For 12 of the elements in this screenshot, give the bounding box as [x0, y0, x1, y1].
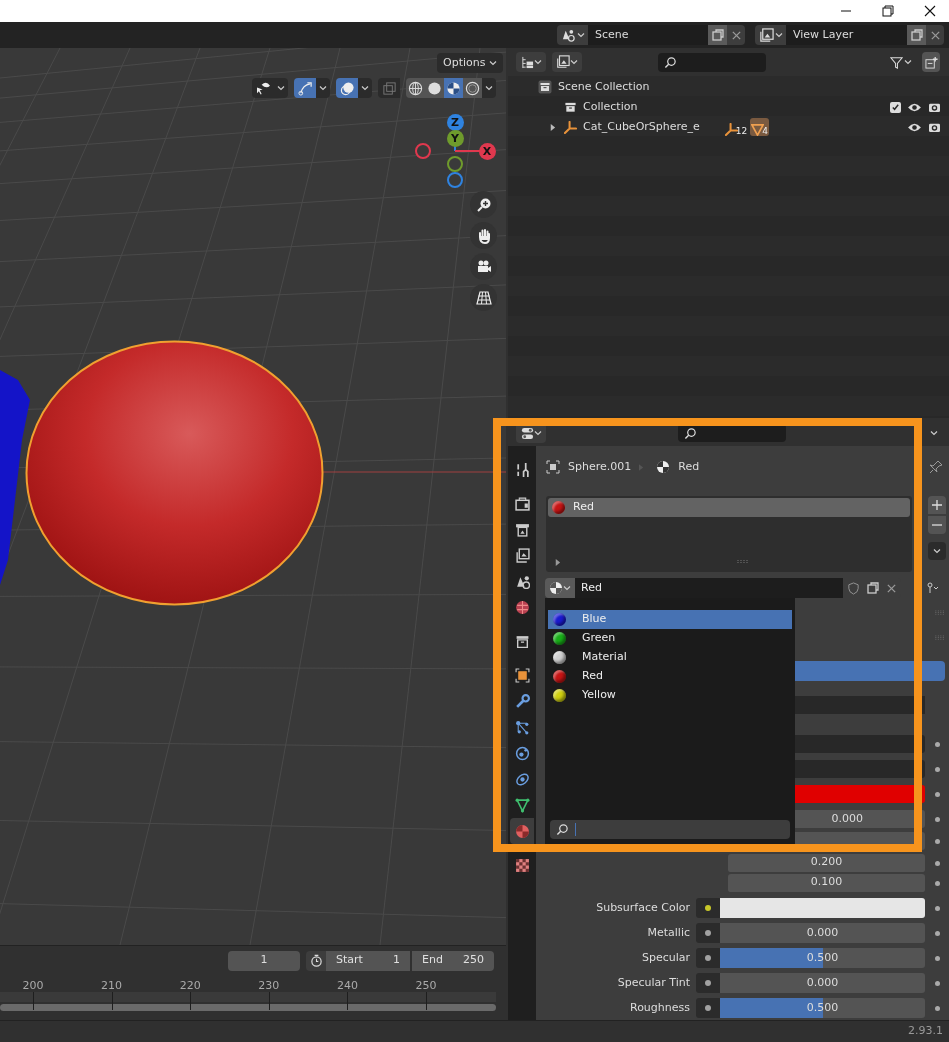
property-label: Subsurface Color [595, 899, 691, 916]
frame-number: 220 [178, 978, 202, 994]
property-label: Specular [640, 949, 691, 966]
frame-number: 210 [100, 978, 124, 994]
frame-number: 230 [257, 978, 281, 994]
frame-number: 250 [414, 978, 438, 994]
property-label: Metallic [646, 924, 691, 941]
property-label: Specular Tint [616, 974, 691, 991]
property-label: Roughness [629, 999, 691, 1016]
frame-number: 200 [21, 978, 45, 994]
frame-number: 240 [335, 978, 359, 994]
version-label: 2.93.1 [908, 1023, 943, 1040]
